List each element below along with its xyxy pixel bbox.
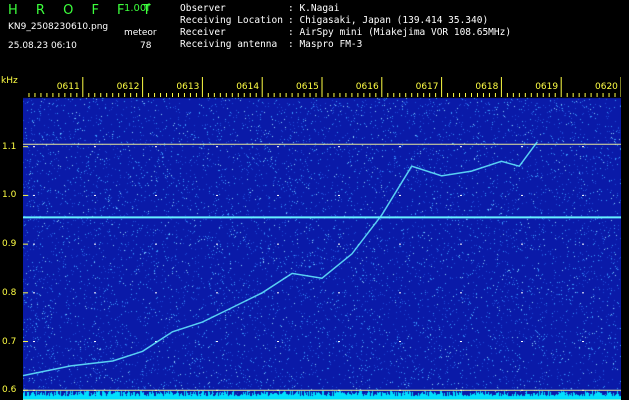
meta-value-receiver: : AirSpy mini (Miakejima VOR 108.65MHz) (288, 27, 512, 38)
meta-value-observer: : K.Nagai (288, 3, 340, 14)
meta-label-receiver: Receiver (180, 27, 226, 38)
header-panel: H R O F F T 1.00f KN9_2508230610.png 25.… (0, 0, 629, 72)
x-tick-label: 0618 (475, 82, 499, 92)
plot-right-margin (621, 77, 629, 400)
meteor-label: meteor (124, 28, 157, 38)
x-tick-label: 0617 (415, 82, 439, 92)
x-tick-label: 0614 (236, 82, 260, 92)
x-tick-label: 0611 (56, 82, 80, 92)
x-tick-label: 0615 (296, 82, 319, 92)
y-tick-label: 0.6 (2, 385, 17, 396)
y-tick-label: 0.8 (2, 287, 17, 298)
filename-label: KN9_2508230610.png (8, 22, 109, 32)
x-tick-label: 0613 (176, 82, 200, 92)
y-tick-label: 1.1 (2, 141, 17, 152)
datetime-label: 25.08.23 06:10 (8, 41, 77, 51)
y-axis-unit: kHz (1, 76, 18, 86)
x-tick-label: 0620 (595, 82, 618, 92)
x-tick-label: 0619 (535, 82, 559, 92)
x-tick-label: 0612 (116, 82, 140, 92)
meta-value-location: : Chigasaki, Japan (139.414 35.340) (288, 15, 489, 26)
y-tick-label: 0.9 (2, 239, 17, 250)
y-tick-label: 1.0 (2, 190, 17, 201)
meteor-count: 78 (140, 41, 152, 51)
spectrogram-plot (23, 77, 621, 400)
meta-value-antenna: : Maspro FM-3 (288, 39, 363, 50)
meta-label-antenna: Receiving antenna (180, 39, 278, 50)
y-tick-label: 0.7 (2, 336, 17, 347)
version-label: 1.00f (124, 3, 150, 14)
meta-label-observer: Observer (180, 3, 226, 14)
meta-label-location: Receiving Location (180, 15, 283, 26)
x-tick-label: 0616 (355, 82, 379, 92)
